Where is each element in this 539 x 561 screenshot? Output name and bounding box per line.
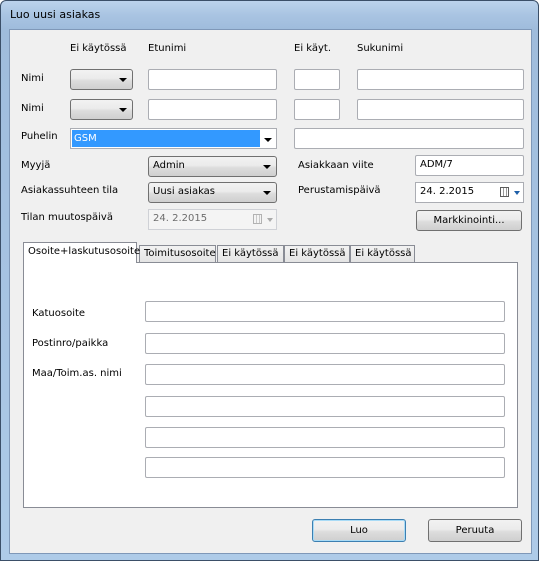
sukunimi-2-input[interactable] (357, 99, 524, 120)
dialog-client-area: Ei käytössä Etunimi Ei käyt. Sukunimi Ni… (9, 29, 532, 554)
etunimi-2-input[interactable] (148, 99, 277, 120)
etunimi-1-input[interactable] (148, 69, 277, 90)
window-title: Luo uusi asiakas (10, 8, 101, 21)
tilan-muutospaiva-datepicker: 24. 2.2015 (148, 209, 277, 230)
puhelin-type-dropdown[interactable]: GSM (70, 128, 277, 149)
myyja-value: Admin (153, 160, 185, 171)
ei-kayt-2-input[interactable] (294, 99, 340, 120)
myyja-dropdown[interactable]: Admin (148, 156, 277, 177)
nimi-2-ei-kaytossa-dropdown[interactable] (70, 99, 133, 120)
postinro-paikka-label: Postinro/paikka (32, 338, 109, 349)
calendar-icon[interactable] (500, 187, 509, 197)
postinro-paikka-input[interactable] (145, 333, 505, 354)
tab-ei-kaytossa-3[interactable]: Ei käytössä (350, 245, 415, 263)
nimi-label-1: Nimi (21, 73, 44, 84)
sukunimi-1-input[interactable] (357, 69, 524, 90)
perustamispaiva-datepicker[interactable]: 24. 2.2015 (415, 182, 524, 203)
tilan-muutospaiva-value: 24. 2.2015 (153, 213, 208, 224)
perustamispaiva-label: Perustamispäivä (298, 185, 381, 196)
katuosoite-input[interactable] (145, 301, 505, 322)
address-line-5-input[interactable] (145, 427, 505, 448)
markkinointi-button[interactable]: Markkinointi... (416, 210, 522, 231)
maa-toim-as-nimi-label: Maa/Toim.as. nimi (32, 368, 122, 379)
calendar-icon (253, 214, 262, 224)
tab-toimitusosoite[interactable]: Toimitusosoite (139, 245, 216, 263)
ei-kayt-1-input[interactable] (294, 69, 340, 90)
chevron-down-icon (267, 218, 273, 222)
asiakassuhteen-tila-value: Uusi asiakas (153, 186, 216, 197)
asiakkaan-viite-label: Asiakkaan viite (298, 160, 374, 171)
column-header-etunimi: Etunimi (148, 43, 187, 54)
puhelin-type-value: GSM (72, 130, 260, 147)
chevron-down-icon (119, 78, 127, 82)
asiakkaan-viite-input[interactable]: ADM/7 (415, 155, 524, 176)
maa-toim-as-nimi-input[interactable] (145, 364, 505, 385)
puhelin-input[interactable] (294, 128, 524, 149)
address-line-6-input[interactable] (145, 457, 505, 478)
address-tab-panel: Katuosoite Postinro/paikka Maa/Toim.as. … (23, 262, 518, 508)
luo-button[interactable]: Luo (312, 519, 406, 542)
nimi-1-ei-kaytossa-dropdown[interactable] (70, 69, 133, 90)
chevron-down-icon[interactable] (514, 191, 520, 195)
chevron-down-icon (263, 165, 271, 169)
perustamispaiva-value: 24. 2.2015 (420, 186, 475, 197)
tab-ei-kaytossa-2[interactable]: Ei käytössä (284, 245, 350, 263)
tab-osoite-laskutusosoite[interactable]: Osoite+laskutusosoite (23, 242, 140, 263)
asiakkaan-viite-value: ADM/7 (420, 159, 453, 170)
peruuta-button[interactable]: Peruuta (428, 519, 522, 542)
chevron-down-icon (264, 138, 272, 142)
tilan-muutospaiva-label: Tilan muutospäivä (21, 212, 113, 223)
nimi-label-2: Nimi (21, 103, 44, 114)
asiakassuhteen-tila-dropdown[interactable]: Uusi asiakas (148, 182, 277, 203)
katuosoite-label: Katuosoite (32, 308, 86, 319)
tab-ei-kaytossa-1[interactable]: Ei käytössä (217, 245, 284, 263)
chevron-down-icon (119, 108, 127, 112)
myyja-label: Myyjä (21, 160, 51, 171)
address-line-4-input[interactable] (145, 396, 505, 417)
asiakassuhteen-tila-label: Asiakassuhteen tila (21, 185, 119, 196)
puhelin-label: Puhelin (21, 131, 58, 142)
column-header-ei-kaytossa: Ei käytössä (70, 43, 127, 54)
column-header-sukunimi: Sukunimi (357, 43, 404, 54)
dialog-window: Luo uusi asiakas Ei käytössä Etunimi Ei … (0, 0, 539, 561)
title-bar[interactable]: Luo uusi asiakas (1, 1, 538, 29)
chevron-down-icon (263, 191, 271, 195)
column-header-ei-kayt: Ei käyt. (294, 43, 332, 54)
